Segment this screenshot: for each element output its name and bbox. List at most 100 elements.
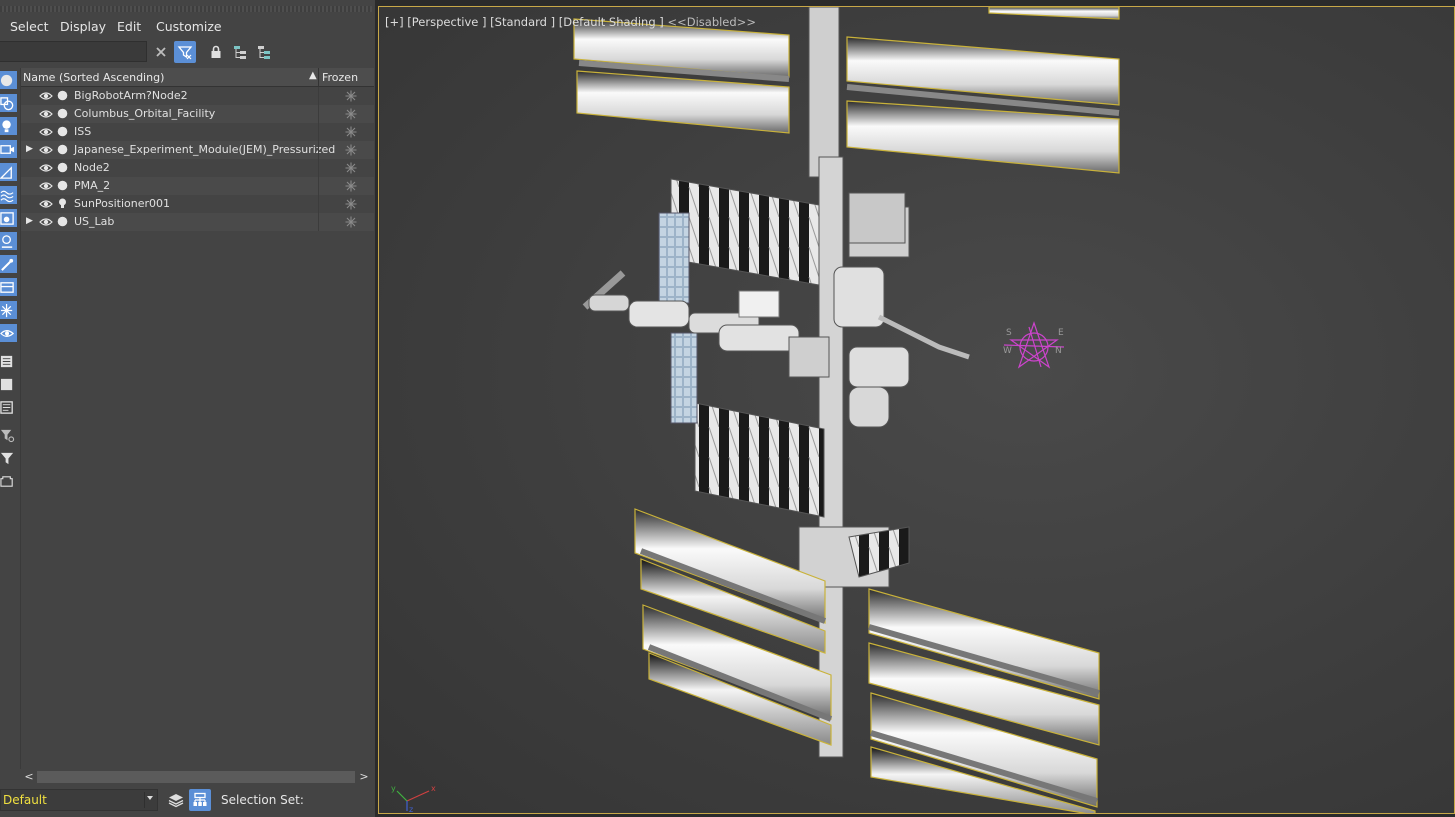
snowflake-icon — [0, 303, 13, 317]
expand-arrow-icon[interactable]: ▶ — [26, 216, 36, 228]
filter-bones-button[interactable] — [0, 255, 17, 273]
explorer-toolbar — [0, 38, 375, 66]
geometry-icon — [57, 216, 68, 227]
visibility-eye-icon[interactable] — [39, 198, 53, 210]
viewport-pov-menu[interactable]: [Perspective ] — [407, 15, 486, 29]
hierarchy-mode-button[interactable] — [189, 789, 211, 811]
visibility-eye-icon[interactable] — [39, 108, 53, 120]
geometry-icon — [57, 144, 68, 155]
search-input[interactable] — [0, 41, 147, 62]
tape-helper-icon — [0, 165, 12, 179]
list-item[interactable]: BigRobotArm?Node2 — [21, 87, 374, 105]
scrollbar-thumb[interactable] — [37, 771, 355, 783]
viewport-general-menu[interactable]: [+] — [385, 15, 404, 29]
filter-helpers-button[interactable] — [0, 163, 17, 181]
filter-bracket-button[interactable] — [0, 472, 17, 490]
snowflake-icon[interactable] — [345, 198, 357, 210]
visibility-eye-icon[interactable] — [39, 90, 53, 102]
filter-cameras-button[interactable] — [0, 140, 17, 158]
menu-bar: Select Display Edit Customize — [0, 0, 375, 38]
funnel-icon — [0, 452, 14, 464]
lock-button[interactable] — [205, 41, 227, 63]
visibility-eye-icon[interactable] — [39, 144, 53, 156]
filter-lights-button[interactable] — [0, 117, 17, 135]
sun-positioner-helper[interactable] — [1003, 321, 1065, 369]
wave-icon — [0, 190, 14, 202]
display-none-button[interactable] — [0, 375, 17, 393]
filter-toggle-side-button[interactable] — [0, 449, 17, 467]
list-item[interactable]: ISS — [21, 123, 374, 141]
list-item[interactable]: ▶ Japanese_Experiment_Module(JEM)_Pressur… — [21, 141, 374, 159]
list-item[interactable]: PMA_2 — [21, 177, 374, 195]
hierarchy-expand-button[interactable] — [253, 41, 275, 63]
column-header-frozen[interactable]: Frozen — [322, 71, 358, 84]
menu-customize[interactable]: Customize — [156, 19, 222, 34]
layers-icon — [168, 794, 184, 808]
visibility-eye-icon[interactable] — [39, 216, 53, 228]
bulb-icon — [2, 119, 11, 132]
layer-explorer-button[interactable] — [165, 789, 187, 811]
snowflake-icon[interactable] — [345, 90, 357, 102]
column-divider — [318, 177, 319, 195]
hierarchy-mode-icon — [193, 792, 207, 806]
viewport-label-menu[interactable]: [+] [Perspective ] [Standard ] [Default … — [385, 15, 756, 29]
list-item-label: PMA_2 — [74, 179, 111, 192]
menu-edit[interactable]: Edit — [117, 19, 141, 34]
list-item[interactable]: ▶ US_Lab — [21, 213, 374, 231]
menu-display[interactable]: Display — [60, 19, 106, 34]
clear-search-button[interactable] — [150, 41, 172, 63]
filter-shapes-button[interactable] — [0, 94, 17, 112]
snowflake-icon[interactable] — [345, 108, 357, 120]
axis-tripod-icon: x y z — [391, 784, 436, 813]
filter-geometry-button[interactable] — [0, 71, 17, 89]
list-item[interactable]: Node2 — [21, 159, 374, 177]
snowflake-icon[interactable] — [345, 180, 357, 192]
filter-containers-button[interactable] — [0, 278, 17, 296]
column-header-name[interactable]: Name (Sorted Ascending) — [23, 71, 164, 84]
snowflake-icon[interactable] — [345, 144, 357, 156]
display-filter-strip — [0, 68, 18, 493]
filter-options-button[interactable] — [0, 426, 17, 444]
filter-hidden-button[interactable] — [0, 324, 17, 342]
viewport-disabled-indicator[interactable]: <<Disabled>> — [667, 15, 756, 29]
bone-icon — [1, 258, 14, 271]
filter-toggle-button[interactable] — [174, 41, 196, 63]
list-item-label: ISS — [74, 125, 92, 138]
scroll-right-icon[interactable]: > — [357, 769, 371, 785]
layer-dropdown-value: Default — [3, 793, 47, 807]
panel-grip[interactable] — [0, 6, 372, 12]
visibility-eye-icon[interactable] — [39, 180, 53, 192]
expand-arrow-icon[interactable]: ▶ — [26, 144, 36, 156]
visibility-eye-icon[interactable] — [39, 162, 53, 174]
scroll-left-icon[interactable]: < — [22, 769, 36, 785]
display-invert-button[interactable] — [0, 398, 17, 416]
horizontal-scrollbar[interactable]: < > — [20, 769, 373, 785]
layer-dropdown[interactable]: Default — [0, 789, 158, 811]
compass-south: S — [1006, 328, 1012, 338]
funnel-gear-icon — [0, 429, 15, 442]
menu-select[interactable]: Select — [10, 19, 49, 34]
list-item[interactable]: SunPositioner001 — [21, 195, 374, 213]
column-divider[interactable] — [318, 68, 319, 87]
sort-ascending-icon: ▲ — [309, 70, 317, 81]
list-invert-icon — [0, 400, 13, 414]
light-icon — [59, 198, 66, 208]
snowflake-icon[interactable] — [345, 126, 357, 138]
visibility-eye-icon[interactable] — [39, 126, 53, 138]
snowflake-icon[interactable] — [345, 162, 357, 174]
viewport-quality-menu[interactable]: [Standard ] — [490, 15, 555, 29]
scene-explorer-panel: Select Display Edit Customize Name (Sort… — [0, 0, 375, 817]
filter-xrefs-button[interactable] — [0, 232, 17, 250]
iss-model-render: S E W N — [573, 7, 1120, 813]
filter-frozen-button[interactable] — [0, 301, 17, 319]
filter-groups-button[interactable] — [0, 209, 17, 227]
list-item[interactable]: Columbus_Orbital_Facility — [21, 105, 374, 123]
hierarchy-sync-button[interactable] — [229, 41, 251, 63]
snowflake-icon[interactable] — [345, 216, 357, 228]
column-divider — [318, 141, 319, 159]
viewport-shading-menu[interactable]: [Default Shading ] — [559, 15, 664, 29]
filter-spacewarps-button[interactable] — [0, 186, 17, 204]
column-divider — [318, 87, 319, 105]
perspective-viewport[interactable]: S E W N [+] [Perspective ] [Standard ] [… — [378, 6, 1455, 814]
display-all-button[interactable] — [0, 352, 17, 370]
